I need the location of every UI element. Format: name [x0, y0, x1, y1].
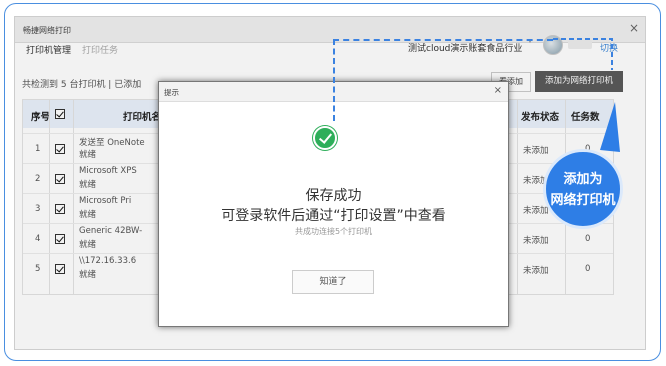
callout-line1: 添加为 [563, 172, 603, 187]
callout-bubble: 添加为 网络打印机 [543, 149, 623, 229]
callout-line2: 网络打印机 [550, 193, 616, 208]
